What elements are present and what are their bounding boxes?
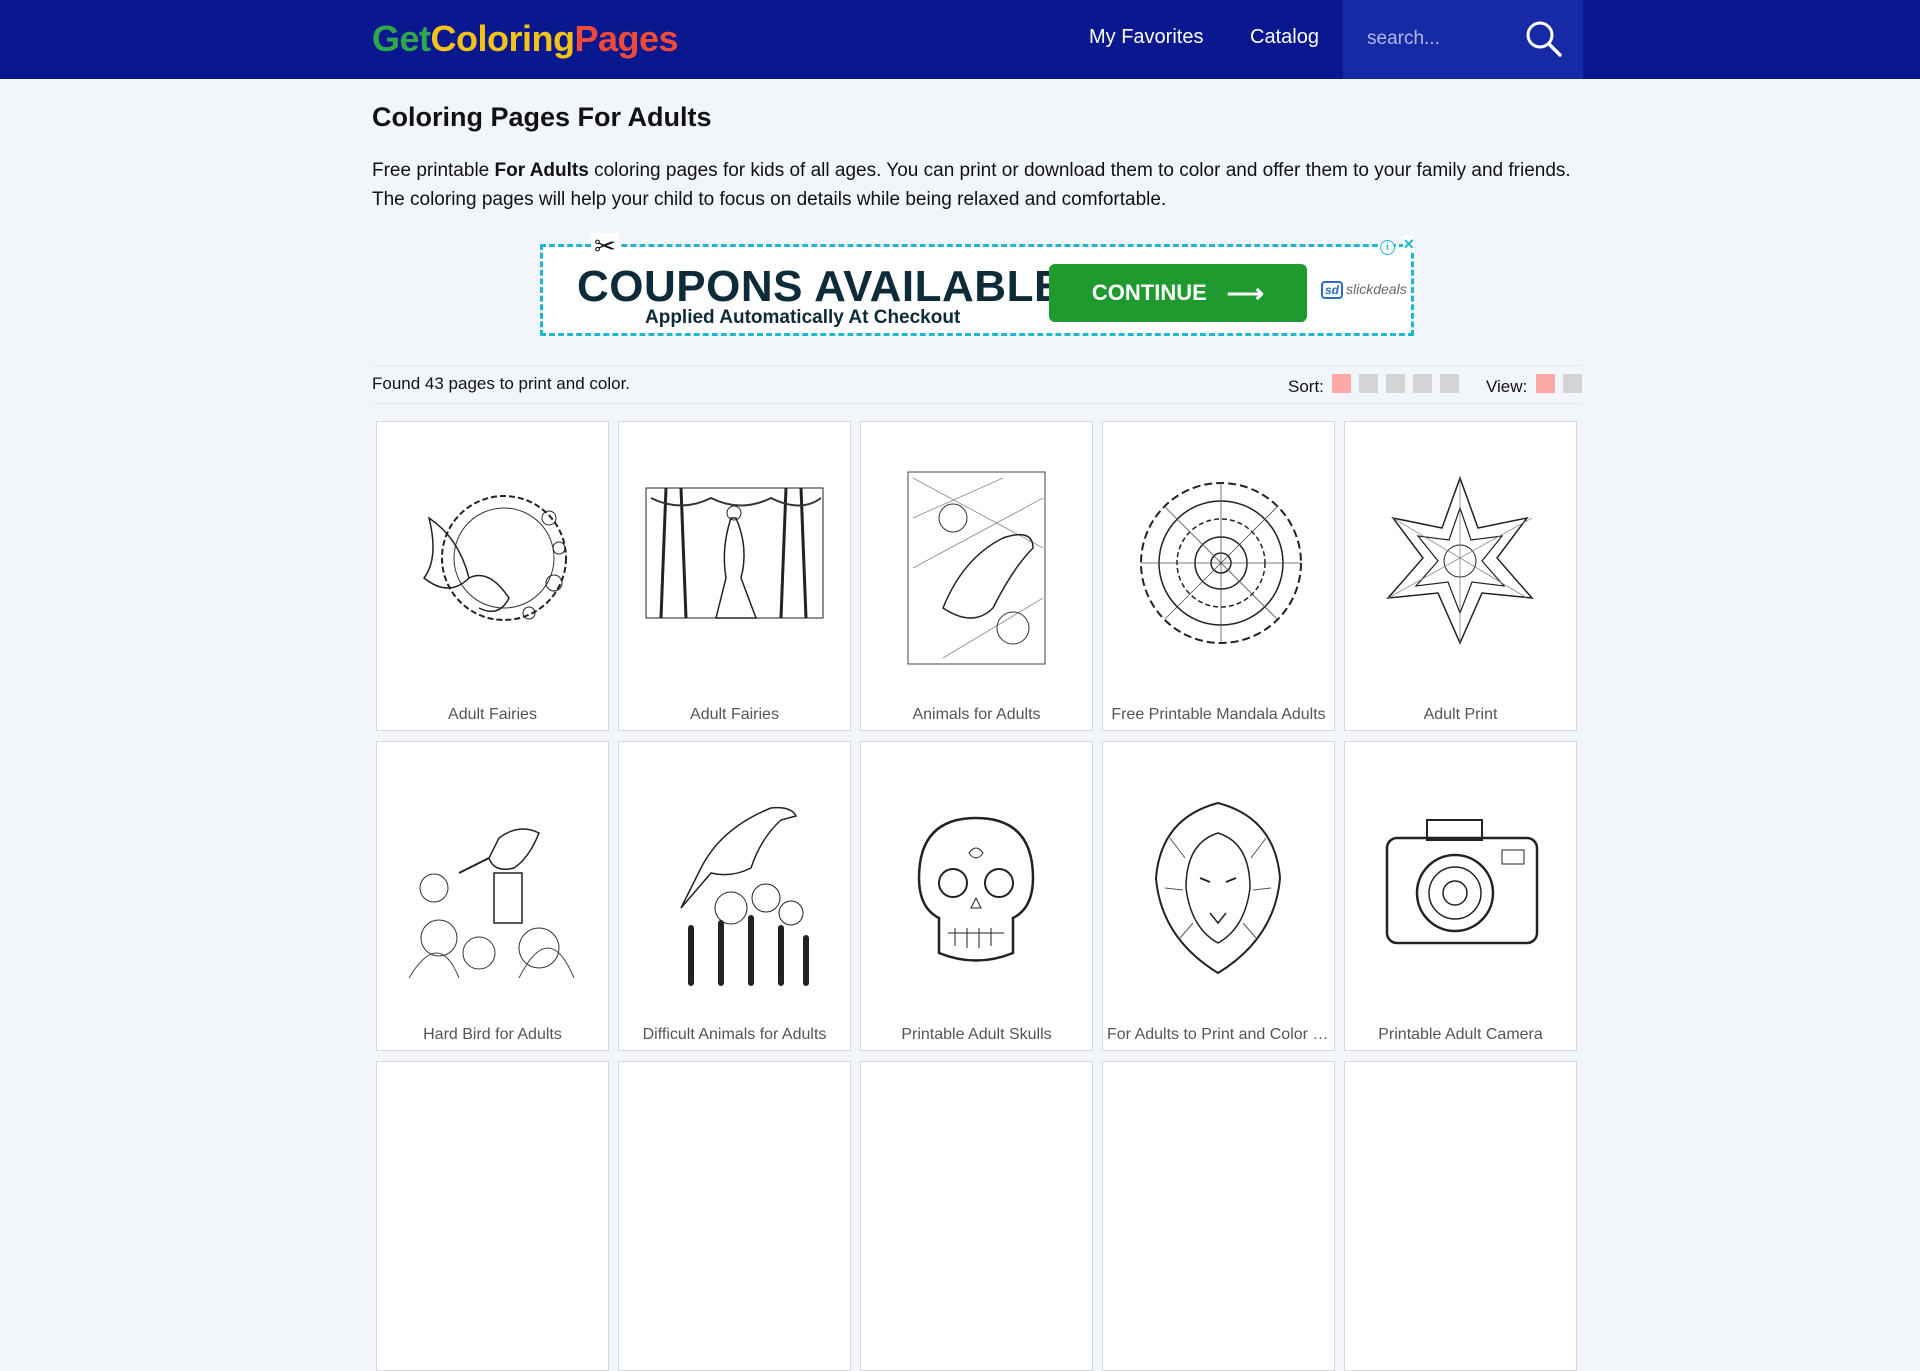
- coloring-card[interactable]: Animals for Adults: [860, 421, 1093, 731]
- sort-option-3[interactable]: [1386, 374, 1405, 393]
- site-logo[interactable]: GetColoringPages: [372, 18, 679, 60]
- ad-brand-logo: sd slickdeals: [1321, 281, 1407, 299]
- fairy-forest-coloring-image: [645, 487, 824, 619]
- logo-part-coloring: Coloring: [430, 18, 575, 59]
- results-count: Found 43 pages to print and color.: [372, 374, 631, 393]
- logo-part-get: Get: [372, 18, 431, 59]
- star-mandala-coloring-image: [1386, 475, 1534, 645]
- coloring-card[interactable]: For Adults to Print and Color Lion: [1102, 741, 1335, 1051]
- ad-brand-name: slickdeals: [1346, 281, 1407, 297]
- ad-continue-label: CONTINUE: [1091, 279, 1207, 305]
- view-option-list[interactable]: [1563, 374, 1582, 393]
- description-bold-topic: For Adults: [494, 160, 589, 181]
- coloring-card[interactable]: [376, 1061, 609, 1371]
- nav-catalog[interactable]: Catalog: [1250, 26, 1319, 49]
- lion-coloring-image: [1154, 801, 1282, 975]
- coloring-card[interactable]: Printable Adult Skulls: [860, 741, 1093, 1051]
- search-icon: [1526, 21, 1562, 57]
- coloring-card[interactable]: Adult Print: [1344, 421, 1577, 731]
- card-caption: Adult Fairies: [690, 706, 779, 723]
- ad-continue-button[interactable]: CONTINUE ⟶: [1049, 264, 1307, 322]
- coloring-card[interactable]: Free Printable Mandala Adults: [1102, 421, 1335, 731]
- card-caption: Animals for Adults: [912, 706, 1041, 723]
- sort-option-2[interactable]: [1359, 374, 1378, 393]
- fairy-coloring-image: [422, 495, 567, 621]
- sugar-skull-coloring-image: [917, 816, 1035, 962]
- card-caption: Free Printable Mandala Adults: [1111, 706, 1326, 723]
- coloring-card[interactable]: Printable Adult Camera: [1344, 741, 1577, 1051]
- coupon-ad-banner[interactable]: ✂ i × COUPONS AVAILABLE Applied Automati…: [540, 233, 1414, 336]
- top-navbar: GetColoringPages My Favorites Catalog: [0, 0, 1920, 79]
- coloring-card[interactable]: [860, 1061, 1093, 1371]
- coloring-card[interactable]: Adult Fairies: [376, 421, 609, 731]
- search-box: [1343, 0, 1583, 79]
- card-caption: Printable Adult Camera: [1378, 1026, 1543, 1043]
- mandala-coloring-image: [1140, 482, 1302, 644]
- bird-flowers-coloring-image: [408, 828, 575, 979]
- card-caption: Printable Adult Skulls: [901, 1026, 1052, 1043]
- results-toolbar: Found 43 pages to print and color. Sort:…: [372, 365, 1582, 404]
- sort-label: Sort:: [1288, 377, 1324, 396]
- description-text: Free printable: [372, 160, 495, 181]
- coloring-card[interactable]: [1102, 1061, 1335, 1371]
- coloring-card[interactable]: Hard Bird for Adults: [376, 741, 609, 1051]
- ad-close-icon[interactable]: ×: [1403, 235, 1414, 253]
- card-caption: Adult Print: [1423, 706, 1498, 723]
- ad-subtext: Applied Automatically At Checkout: [645, 307, 961, 328]
- sort-option-4[interactable]: [1413, 374, 1432, 393]
- bird-pattern-coloring-image: [907, 471, 1046, 665]
- arrow-right-icon: ⟶: [1226, 277, 1265, 308]
- page-title: Coloring Pages For Adults: [372, 102, 712, 132]
- nav-my-favorites[interactable]: My Favorites: [1089, 26, 1203, 49]
- sort-option-5[interactable]: [1440, 374, 1459, 393]
- search-input[interactable]: [1367, 25, 1517, 53]
- slickdeals-mark-icon: sd: [1321, 281, 1344, 299]
- card-caption: Hard Bird for Adults: [423, 1026, 562, 1043]
- logo-part-pages: Pages: [574, 18, 679, 59]
- scissors-icon: ✂: [591, 233, 619, 259]
- ad-headline: COUPONS AVAILABLE: [577, 262, 1064, 311]
- coloring-card[interactable]: [1344, 1061, 1577, 1371]
- card-caption: Adult Fairies: [448, 706, 537, 723]
- ad-info-icon[interactable]: i: [1380, 240, 1395, 255]
- card-caption: For Adults to Print and Color Lion: [1107, 1026, 1334, 1043]
- bird-cactus-coloring-image: [680, 806, 809, 986]
- coloring-card[interactable]: Difficult Animals for Adults: [618, 741, 851, 1051]
- coloring-card[interactable]: [618, 1061, 851, 1371]
- camera-coloring-image: [1385, 819, 1539, 945]
- view-label: View:: [1486, 377, 1528, 396]
- sort-option-1[interactable]: [1332, 374, 1351, 393]
- page-description: Free printable For Adults coloring pages…: [372, 156, 1592, 214]
- view-option-grid[interactable]: [1536, 374, 1555, 393]
- card-caption: Difficult Animals for Adults: [642, 1026, 827, 1043]
- coloring-card[interactable]: Adult Fairies: [618, 421, 851, 731]
- search-button[interactable]: [1523, 18, 1565, 60]
